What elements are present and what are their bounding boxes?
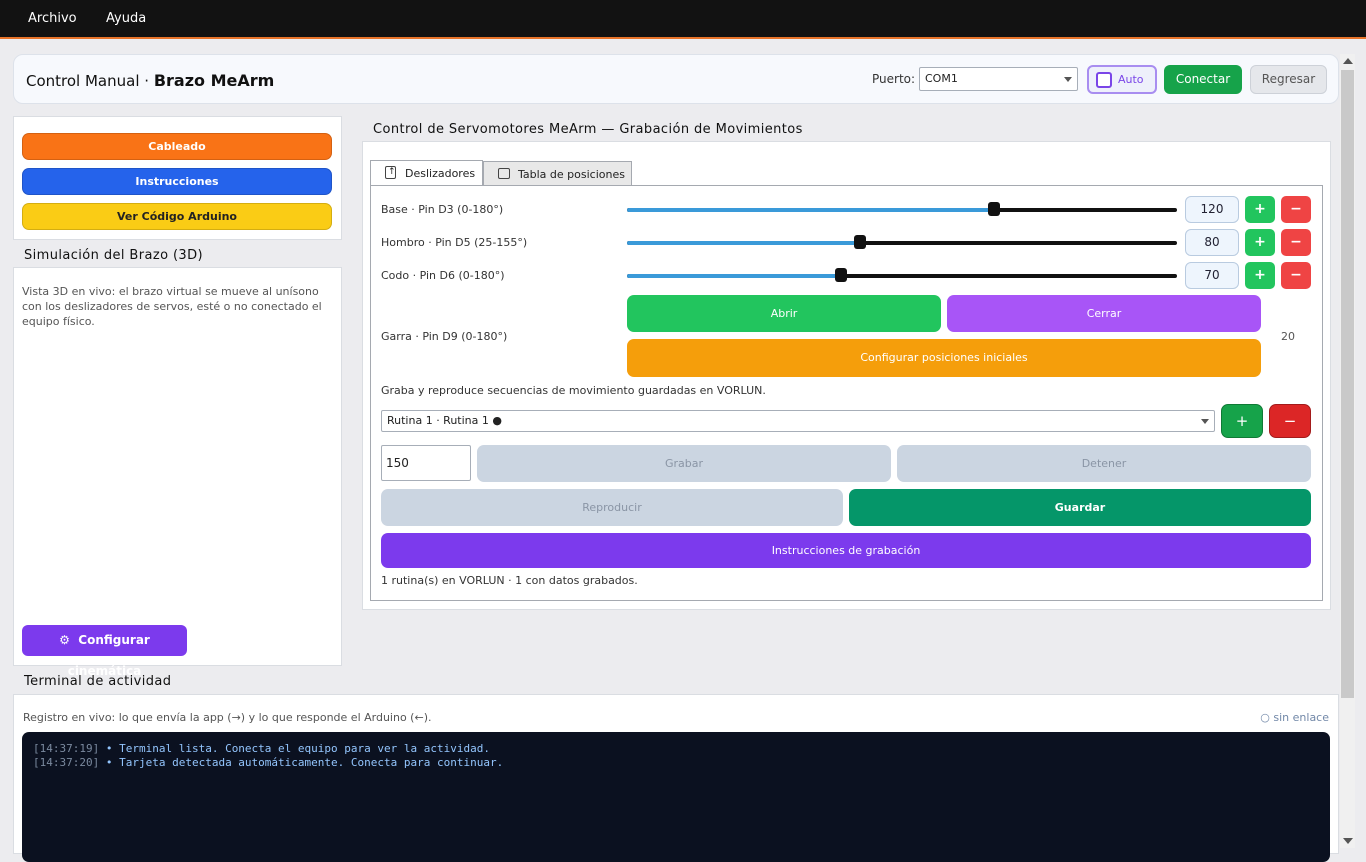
- servo-slider-shoulder[interactable]: [627, 235, 1177, 249]
- gripper-open-button[interactable]: Abrir: [627, 295, 941, 332]
- interval-input-value: 150: [386, 456, 409, 470]
- slider-thumb[interactable]: [987, 202, 1000, 216]
- routine-select[interactable]: Rutina 1 · Rutina 1 ●: [381, 410, 1215, 432]
- interval-input[interactable]: 150: [381, 445, 471, 481]
- table-icon: [498, 168, 510, 179]
- header-bar: Control Manual · Brazo MeArm Puerto: COM…: [13, 54, 1339, 104]
- increment-elbow-button[interactable]: +: [1245, 262, 1275, 289]
- servo-slider-base[interactable]: [627, 202, 1177, 216]
- record-button[interactable]: Grabar: [477, 445, 891, 482]
- add-routine-button[interactable]: +: [1221, 404, 1263, 438]
- tab-positions-table[interactable]: Tabla de posiciones: [483, 161, 632, 186]
- page-scrollbar[interactable]: [1340, 54, 1355, 848]
- scrollbar-thumb[interactable]: [1341, 70, 1354, 698]
- menu-ayuda[interactable]: Ayuda: [106, 11, 146, 26]
- log-message: • Terminal lista. Conecta el equipo para…: [105, 742, 490, 755]
- servo-value-base[interactable]: 120: [1185, 196, 1239, 223]
- servo-value-shoulder[interactable]: 80: [1185, 229, 1239, 256]
- terminal-title: Terminal de actividad: [24, 674, 172, 689]
- increment-base-button[interactable]: +: [1245, 196, 1275, 223]
- initial-positions-button[interactable]: Configurar posiciones iniciales: [627, 339, 1261, 377]
- menu-archivo[interactable]: Archivo: [28, 11, 77, 26]
- instructions-button[interactable]: Instrucciones: [22, 168, 332, 195]
- decrement-base-button[interactable]: −: [1281, 196, 1311, 223]
- menu-bar: Archivo Ayuda: [0, 0, 1366, 39]
- auto-label: Auto: [1118, 73, 1144, 86]
- servo-panel-title: Control de Servomotores MeArm — Grabació…: [373, 122, 803, 137]
- page-title: Control Manual · Brazo MeArm: [26, 71, 274, 90]
- gripper-close-button[interactable]: Cerrar: [947, 295, 1261, 332]
- auto-checkbox[interactable]: [1096, 72, 1112, 88]
- gripper-value: 20: [1281, 330, 1295, 343]
- sidebar-buttons-panel: Cableado Instrucciones Ver Código Arduin…: [13, 116, 342, 240]
- recording-description: Graba y reproduce secuencias de movimien…: [381, 384, 766, 397]
- log-message: • Tarjeta detectada automáticamente. Con…: [105, 756, 504, 769]
- play-button[interactable]: Reproducir: [381, 489, 843, 526]
- kinematics-button[interactable]: ⚙ Configurar cinemática: [22, 625, 187, 678]
- decrement-shoulder-button[interactable]: −: [1281, 229, 1311, 256]
- slider-fill: [627, 274, 841, 278]
- simulation-title: Simulación del Brazo (3D): [24, 248, 203, 263]
- tab-positions-table-label: Tabla de posiciones: [518, 168, 625, 181]
- log-line: [14:37:19] • Terminal lista. Conecta el …: [33, 742, 1319, 756]
- sliders-tab-content: Base · Pin D3 (0-180°) 120 + − Hombro · …: [370, 185, 1323, 601]
- servo-label-shoulder: Hombro · Pin D5 (25-155°): [381, 236, 528, 249]
- increment-shoulder-button[interactable]: +: [1245, 229, 1275, 256]
- routine-select-value: Rutina 1 · Rutina 1 ●: [387, 414, 502, 427]
- wiring-button[interactable]: Cableado: [22, 133, 332, 160]
- servo-slider-elbow[interactable]: [627, 268, 1177, 282]
- port-select-value: COM1: [925, 72, 958, 85]
- terminal-panel: Registro en vivo: lo que envía la app (→…: [13, 694, 1339, 862]
- simulation-panel: Vista 3D en vivo: el brazo virtual se mu…: [13, 267, 342, 678]
- chevron-down-icon: [1064, 77, 1072, 82]
- remove-routine-button[interactable]: −: [1269, 404, 1311, 438]
- port-select[interactable]: COM1: [919, 67, 1078, 91]
- log-line: [14:37:20] • Tarjeta detectada automátic…: [33, 756, 1319, 770]
- slider-thumb[interactable]: [853, 235, 866, 249]
- scroll-up-icon[interactable]: [1343, 58, 1353, 64]
- gear-icon: ⚙: [59, 633, 70, 647]
- slider-fill: [627, 241, 860, 245]
- arm-3d-viewport[interactable]: [22, 338, 332, 618]
- slider-fill: [627, 208, 994, 212]
- chevron-down-icon: [1201, 419, 1209, 424]
- link-status: ○ sin enlace: [1260, 711, 1329, 724]
- terminal-description: Registro en vivo: lo que envía la app (→…: [23, 711, 432, 724]
- kinematics-button-label: Configurar cinemática: [67, 633, 150, 678]
- terminal-log[interactable]: [14:37:19] • Terminal lista. Conecta el …: [22, 732, 1330, 862]
- servo-panel: ↑ Deslizadores Tabla de posiciones Base …: [362, 141, 1331, 610]
- scroll-down-icon[interactable]: [1343, 838, 1353, 844]
- recording-instructions-button[interactable]: Instrucciones de grabación: [381, 533, 1311, 568]
- save-button[interactable]: Guardar: [849, 489, 1311, 526]
- servo-label-elbow: Codo · Pin D6 (0-180°): [381, 269, 505, 282]
- slider-thumb[interactable]: [834, 268, 847, 282]
- simulation-description: Vista 3D en vivo: el brazo virtual se mu…: [22, 285, 322, 328]
- gripper-label: Garra · Pin D9 (0-180°): [381, 330, 508, 343]
- tab-sliders[interactable]: ↑ Deslizadores: [370, 160, 483, 186]
- page-title-prefix: Control Manual ·: [26, 72, 154, 90]
- connect-button[interactable]: Conectar: [1164, 65, 1242, 94]
- page-title-device: Brazo MeArm: [153, 71, 275, 90]
- stop-button[interactable]: Detener: [897, 445, 1311, 482]
- decrement-elbow-button[interactable]: −: [1281, 262, 1311, 289]
- port-label: Puerto:: [872, 72, 916, 86]
- upload-icon: ↑: [385, 166, 396, 179]
- servo-value-elbow[interactable]: 70: [1185, 262, 1239, 289]
- arduino-code-button[interactable]: Ver Código Arduino: [22, 203, 332, 230]
- log-timestamp: [14:37:20]: [33, 756, 100, 769]
- tab-sliders-label: Deslizadores: [405, 167, 476, 180]
- back-button[interactable]: Regresar: [1250, 65, 1327, 94]
- auto-toggle[interactable]: Auto: [1087, 65, 1157, 94]
- servo-label-base: Base · Pin D3 (0-180°): [381, 203, 504, 216]
- log-timestamp: [14:37:19]: [33, 742, 100, 755]
- routines-status: 1 rutina(s) en VORLUN · 1 con datos grab…: [381, 574, 638, 587]
